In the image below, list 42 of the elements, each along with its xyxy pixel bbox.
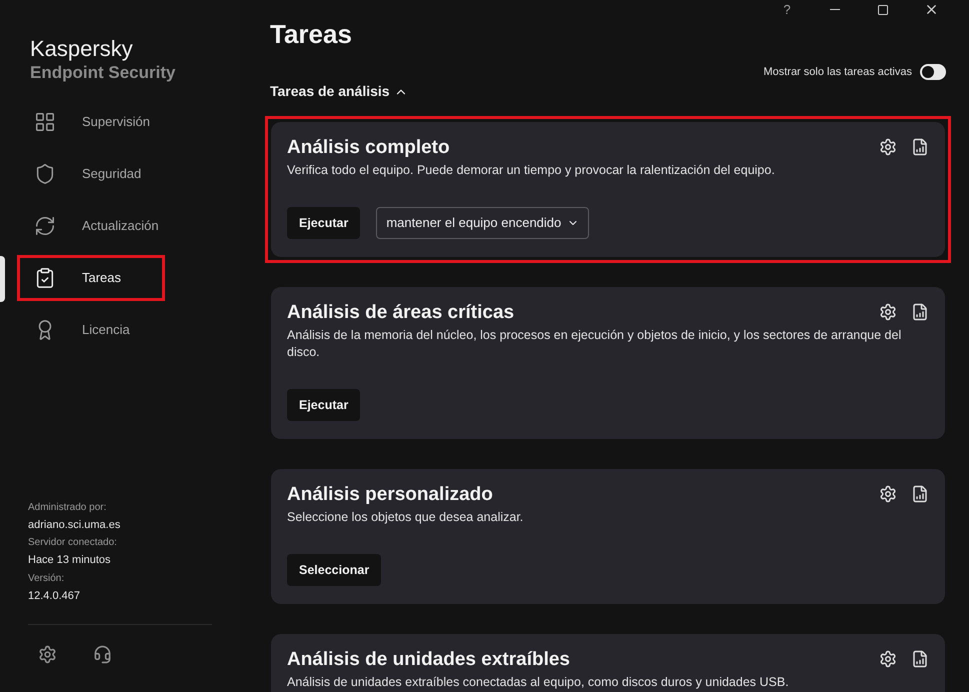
task-title: Análisis de unidades extraíbles: [287, 648, 570, 672]
minimize-icon: [830, 9, 840, 10]
task-title: Análisis personalizado: [287, 483, 493, 507]
clipboard-check-icon: [34, 267, 56, 289]
refresh-icon: [34, 215, 56, 237]
nav-item[interactable]: Seguridad: [17, 151, 165, 197]
nav-item[interactable]: Tareas: [17, 255, 165, 301]
nav-item[interactable]: Licencia: [17, 307, 165, 353]
nav-item[interactable]: Supervisión: [17, 99, 165, 145]
section-header[interactable]: Tareas de análisis: [270, 81, 408, 102]
info-label: Administrado por:: [28, 500, 108, 514]
run-button[interactable]: Seleccionar: [287, 554, 382, 586]
support-icon[interactable]: [93, 645, 112, 664]
product-name: Endpoint Security: [30, 62, 176, 84]
info-label: Servidor conectado:: [28, 536, 118, 550]
info-value: adriano.sci.uma.es: [28, 518, 122, 532]
toggle-switch[interactable]: [920, 64, 946, 80]
shield-icon: [34, 163, 56, 185]
report-icon[interactable]: [911, 650, 929, 668]
report-icon[interactable]: [911, 138, 929, 156]
task-title: Análisis completo: [287, 136, 450, 160]
grid-icon: [34, 111, 56, 133]
run-button[interactable]: Ejecutar: [287, 207, 360, 239]
brand-name: Kaspersky: [30, 36, 134, 62]
report-icon[interactable]: [911, 303, 929, 321]
settings-icon[interactable]: [38, 645, 57, 664]
info-value: Hace 13 minutos: [28, 553, 112, 568]
task-description: Verifica todo el equipo. Puede demorar un tiempo y provocar la ralentización del equipo.: [287, 162, 776, 179]
toggle-label: Mostrar solo las tareas activas: [763, 64, 912, 80]
task-title: Análisis de áreas críticas: [287, 301, 514, 325]
page-title: Tareas: [270, 18, 353, 50]
task-description: Seleccione los objetos que desea analizar.: [287, 509, 524, 526]
help-button[interactable]: ?: [763, 0, 811, 20]
info-value: 12.4.0.467: [28, 588, 81, 604]
nav-item[interactable]: Actualización: [17, 203, 165, 249]
maximize-icon: [877, 4, 889, 16]
info-label: Versión:: [28, 572, 66, 586]
run-button[interactable]: Ejecutar: [287, 389, 360, 421]
dropdown[interactable]: mantener el equipo encendido: [376, 207, 590, 239]
report-icon[interactable]: [911, 485, 929, 503]
task-description: Análisis de la memoria del núcleo, los procesos en ejecución y objetos de inicio, y los sectores de arranque del disco.: [287, 327, 902, 361]
task-description: Análisis de unidades extraíbles conectadas al equipo, como discos duros y unidades USB.: [287, 674, 790, 691]
